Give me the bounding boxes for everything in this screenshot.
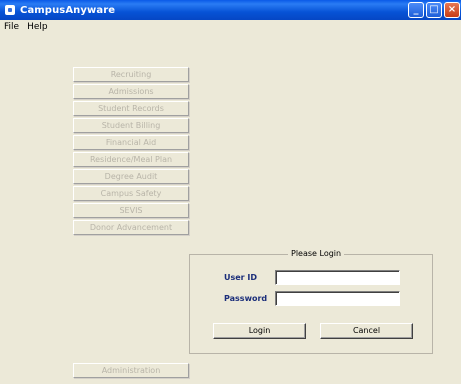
password-input[interactable]	[275, 291, 400, 306]
close-icon[interactable]: ×	[444, 2, 460, 18]
recruiting-button[interactable]: Recruiting	[73, 67, 189, 82]
login-button[interactable]: Login	[213, 323, 306, 339]
student-records-button[interactable]: Student Records	[73, 101, 189, 116]
admissions-button[interactable]: Admissions	[73, 84, 189, 99]
window-controls: _ □ ×	[408, 2, 460, 18]
app-icon	[5, 5, 15, 15]
sevis-button[interactable]: SEVIS	[73, 203, 189, 218]
menu-help[interactable]: Help	[27, 22, 48, 32]
title-bar[interactable]: CampusAnyware _ □ ×	[0, 0, 461, 20]
student-billing-button[interactable]: Student Billing	[73, 118, 189, 133]
minimize-icon[interactable]: _	[408, 2, 424, 18]
degree-audit-button[interactable]: Degree Audit	[73, 169, 189, 184]
maximize-icon[interactable]: □	[426, 2, 442, 18]
residence-meal-plan-button[interactable]: Residence/Meal Plan	[73, 152, 189, 167]
cancel-button[interactable]: Cancel	[320, 323, 413, 339]
login-panel: Please Login User ID Password Login Canc…	[189, 249, 433, 354]
user-id-input[interactable]	[275, 270, 400, 285]
window-title: CampusAnyware	[20, 4, 116, 16]
menu-bar: File Help	[0, 20, 461, 34]
donor-advancement-button[interactable]: Donor Advancement	[73, 220, 189, 235]
password-label: Password	[224, 294, 268, 303]
login-title: Please Login	[288, 249, 345, 258]
financial-aid-button[interactable]: Financial Aid	[73, 135, 189, 150]
administration-button[interactable]: Administration	[73, 363, 189, 378]
campus-safety-button[interactable]: Campus Safety	[73, 186, 189, 201]
user-id-label: User ID	[224, 273, 258, 282]
menu-file[interactable]: File	[4, 22, 19, 32]
